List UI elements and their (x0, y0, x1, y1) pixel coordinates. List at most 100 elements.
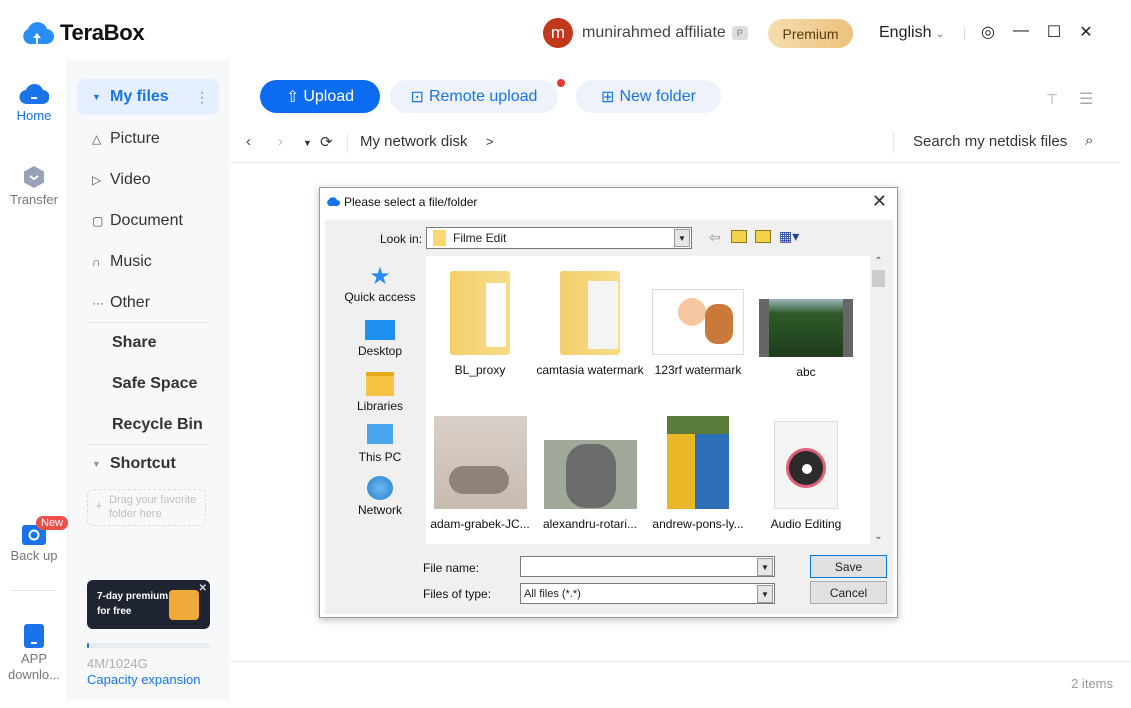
drop-hint: Drag your favorite (109, 494, 197, 506)
place-network[interactable]: Network (337, 476, 423, 517)
close-icon[interactable]: ✕ (199, 581, 207, 596)
file-item[interactable]: abc (752, 271, 860, 380)
nav-recycle-bin[interactable]: Recycle Bin (77, 407, 219, 443)
file-name: adam-grabek-JC... (430, 517, 530, 531)
remote-upload-button[interactable]: ⊡ Remote upload (390, 80, 558, 113)
upload-button[interactable]: ⇧ Upload (260, 80, 380, 113)
file-item[interactable]: 123rf watermark (644, 271, 752, 378)
divider (893, 133, 894, 153)
dropdown-arrow-icon[interactable]: ▼ (757, 558, 773, 576)
scroll-down-icon[interactable]: ⌄ (870, 531, 887, 542)
back-arrow-icon[interactable]: ⇦ (709, 229, 721, 246)
nav-label: Document (110, 212, 183, 229)
capacity-expansion-link[interactable]: Capacity expansion (87, 672, 200, 687)
nav-my-files[interactable]: ▼ My files ⋮ (77, 79, 219, 115)
remote-upload-icon: ⊡ (410, 88, 424, 106)
language-select[interactable]: English ⌄ (879, 24, 944, 42)
audio-file-icon (774, 421, 838, 509)
chevron-down-icon: ⌄ (935, 29, 945, 40)
caret-down-icon: ▼ (92, 92, 101, 102)
file-item[interactable]: BL_proxy (426, 271, 534, 378)
nav-safe-space[interactable]: Safe Space (77, 366, 219, 402)
rail-item-transfer[interactable]: Transfer (0, 165, 68, 207)
file-item[interactable]: Audio Editing (752, 416, 860, 532)
back-icon[interactable]: ‹ (246, 133, 251, 150)
upload-icon: ⇧ (285, 88, 300, 106)
file-name-input[interactable]: ▼ (520, 556, 775, 577)
nav-shortcut[interactable]: ▼ Shortcut (77, 446, 219, 482)
nav-document[interactable]: ▢ Document (77, 203, 219, 239)
rail-item-app-download[interactable]: APP downlo... (0, 624, 68, 683)
nav-label: My files (110, 88, 169, 105)
new-folder-icon: ⊞ (601, 88, 615, 106)
file-item[interactable]: camtasia watermark (536, 271, 644, 378)
forward-icon[interactable]: › (278, 133, 283, 150)
new-folder-icon[interactable] (755, 230, 771, 243)
file-name: 123rf watermark (654, 363, 742, 377)
close-button[interactable]: ✕ (1076, 22, 1096, 42)
nav-share[interactable]: Share (77, 325, 219, 361)
more-icon[interactable]: ⋮ (195, 89, 209, 106)
place-this-pc[interactable]: This PC (337, 424, 423, 464)
up-folder-icon[interactable] (731, 230, 747, 243)
file-name: Audio Editing (770, 517, 842, 531)
nav-label: Other (110, 294, 151, 311)
cancel-button[interactable]: Cancel (810, 581, 887, 604)
drop-hint: folder here (109, 508, 162, 520)
place-libraries[interactable]: Libraries (337, 372, 423, 413)
filter-icon[interactable]: ⊤ (1046, 91, 1058, 108)
place-desktop[interactable]: Desktop (337, 320, 423, 358)
settings-icon[interactable]: ◎ (978, 22, 998, 42)
file-name: andrew-pons-ly... (652, 517, 744, 531)
history-dropdown-icon[interactable]: ▼ (303, 138, 312, 148)
scroll-up-icon[interactable]: ⌃ (870, 256, 887, 270)
app-download-icon (24, 624, 44, 648)
shortcut-drop-zone[interactable]: + Drag your favorite folder here (87, 489, 206, 526)
network-icon (367, 476, 393, 500)
premium-promo-banner[interactable]: 7-day premium for free ✕ (87, 580, 210, 629)
avatar[interactable]: m (543, 18, 573, 48)
user-account[interactable]: m munirahmed affiliate P (543, 18, 748, 48)
new-folder-button[interactable]: ⊞ New folder (576, 80, 721, 113)
nav-label: Video (110, 171, 151, 188)
file-list-scrollbar[interactable]: ⌃ ⌄ (870, 256, 887, 544)
file-name: camtasia watermark (536, 363, 644, 377)
rail-item-home[interactable]: Home (0, 83, 68, 123)
view-menu-icon[interactable]: ▦▾ (779, 228, 799, 245)
username[interactable]: munirahmed affiliate (582, 24, 726, 42)
folder-icon (450, 271, 510, 355)
place-label: Network (357, 503, 402, 517)
file-name: abc (796, 365, 816, 379)
file-item[interactable]: adam-grabek-JC... (426, 416, 534, 532)
picture-icon: △ (92, 132, 102, 146)
place-label: This PC (358, 450, 402, 464)
nav-picture[interactable]: △ Picture (77, 121, 219, 157)
save-button[interactable]: Save (810, 555, 887, 578)
minimize-button[interactable]: — (1011, 22, 1031, 40)
image-thumbnail (667, 416, 729, 509)
scroll-thumb[interactable] (872, 270, 885, 287)
premium-button[interactable]: Premium (768, 19, 853, 48)
nav-music[interactable]: ∩ Music (77, 244, 219, 280)
file-item[interactable]: alexandru-rotari... (536, 416, 644, 532)
look-in-select[interactable]: Filme Edit ▼ (426, 227, 692, 249)
nav-other[interactable]: ··· Other (77, 285, 219, 321)
file-type-select[interactable]: All files (*.*) ▼ (520, 583, 775, 604)
nav-label: Shortcut (110, 455, 176, 472)
search-input[interactable]: Search my netdisk files (913, 133, 1067, 150)
list-view-icon[interactable]: ☰ (1079, 89, 1093, 109)
search-icon[interactable]: ⌕ (1085, 132, 1093, 149)
nav-video[interactable]: ▷ Video (77, 162, 219, 198)
place-quick-access[interactable]: ★ Quick access (337, 264, 423, 305)
breadcrumb-root[interactable]: My network disk (360, 133, 468, 150)
maximize-button[interactable]: ☐ (1044, 22, 1064, 42)
dialog-close-button[interactable]: ✕ (872, 191, 887, 212)
file-type-value: All files (*.*) (524, 587, 581, 600)
refresh-icon[interactable]: ⟳ (320, 133, 333, 151)
dropdown-arrow-icon[interactable]: ▼ (757, 585, 773, 603)
file-item[interactable]: andrew-pons-ly... (644, 416, 752, 532)
file-type-label: Files of type: (423, 587, 492, 601)
rail-item-backup[interactable]: Back up New (0, 516, 69, 563)
rail-label: APP downlo... (7, 651, 61, 682)
dropdown-arrow-icon[interactable]: ▼ (674, 229, 690, 247)
